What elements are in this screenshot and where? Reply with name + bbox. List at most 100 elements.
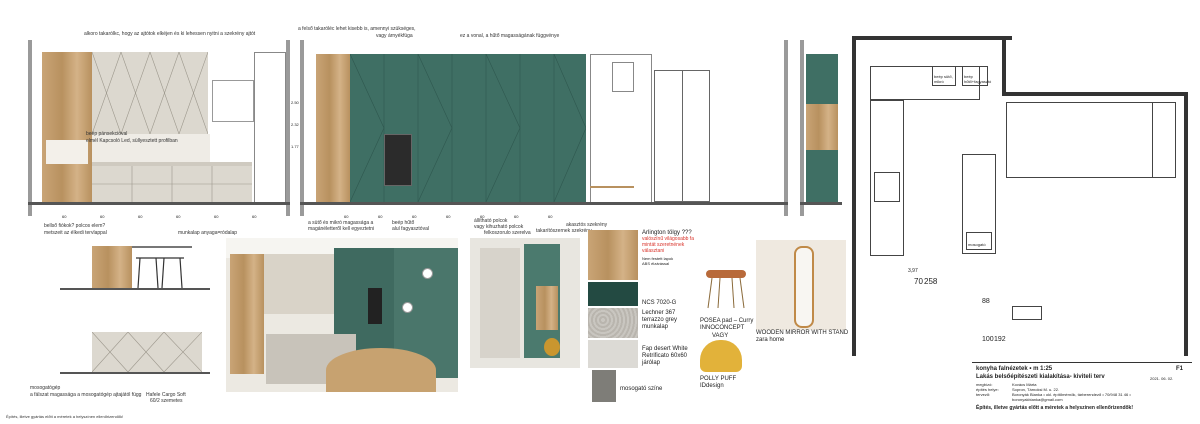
floor-line-mid	[300, 202, 788, 205]
tb-sheet: F1	[1176, 366, 1184, 372]
dim-h-3: 1.77	[291, 144, 299, 149]
dim-mid-6: 60	[514, 214, 519, 219]
footer-note: Építés, illetve gyártás előtt a méretek …	[6, 414, 124, 419]
elevation-side	[800, 40, 842, 216]
sink-color-label: mosogató színe	[620, 386, 663, 392]
side-wood	[806, 104, 838, 150]
dim-mid-7: 60	[548, 214, 553, 219]
swatch-sink	[592, 370, 616, 402]
tb-title: konyha falnézetek • m 1:25	[976, 366, 1053, 372]
floor-line	[28, 202, 290, 205]
upper-cabinets	[92, 52, 208, 134]
dim-left-5: 60	[214, 214, 219, 219]
dim-left-3: 60	[138, 214, 143, 219]
oak-tall-cabinet	[42, 52, 92, 202]
dim-h-2: 2.32	[291, 122, 299, 127]
tb-warning: Építés, illetve gyártás előtt a méretek …	[976, 405, 1134, 411]
tb-tervezo-label: tervező:	[976, 392, 991, 397]
note-bottom-mid-4: alul fagyasztóval	[392, 226, 429, 232]
open-niche	[46, 140, 88, 164]
render-kitchen-main	[226, 238, 458, 392]
height-dims: 2.50 2.32 1.77	[291, 100, 301, 160]
plan-dim-70: 70	[914, 277, 923, 286]
ncs-label: NCS 7020-G	[642, 300, 677, 306]
posea-bench	[700, 262, 750, 312]
oak-sub-2: ABS élzárással	[642, 261, 670, 266]
posea-2: INNOCONCEPT	[700, 325, 745, 331]
plan-door-bottom	[1012, 306, 1042, 320]
title-block: konyha falnézetek • m 1:25 F1 Lakás bels…	[972, 362, 1192, 419]
swatch-tile	[588, 340, 638, 368]
wall-frame	[612, 62, 634, 92]
oak-shelf-column	[316, 54, 350, 202]
note-mosogatogep-1: mosogatógép	[30, 385, 61, 391]
floor-plan: beép sütő, mikró beép hűtő+fagyasztó mos…	[852, 36, 1192, 356]
note-top-mid-1: a felső takaróléc lehet kisebb is, amenn…	[298, 26, 416, 32]
dim-left-6: 60	[252, 214, 257, 219]
dim-h-1: 2.50	[291, 100, 299, 105]
plan-label-sink: mosogató	[968, 242, 986, 247]
bench-elevation	[590, 186, 634, 188]
oak-red-3: választani	[642, 248, 665, 254]
vagy: VAGY	[712, 333, 729, 339]
note-left-2: elmél Kapcsoló Led, süllyesztett profilb…	[86, 138, 178, 144]
plan-dim-88: 88	[982, 298, 990, 305]
door-frame	[254, 52, 286, 204]
note-bottom-mid-7: felkoszorulo szerelva	[484, 230, 531, 236]
note-bottom-left-2: metszeit az élkedi tervlappal	[44, 230, 107, 236]
fap-2: Retrificato 60x60	[642, 353, 688, 359]
plan-hob	[874, 172, 900, 202]
wall-left	[28, 40, 32, 216]
plan-dim-192: 192	[994, 336, 1006, 343]
note-mosogatogep-2: a fálszat magassága a mosogatógép ajtajá…	[30, 392, 142, 398]
mirror-1: WOODEN MIRROR WITH STAND	[756, 330, 849, 336]
dim-left-1: 60	[62, 214, 67, 219]
polly-2: IDdesign	[700, 383, 724, 389]
island-elevation-2	[60, 330, 210, 380]
elevation-left	[28, 40, 290, 216]
polly-pouf	[700, 340, 742, 372]
plan-label-oven: beép sütő, mikró	[934, 74, 953, 84]
swatch-terrazzo	[588, 308, 638, 338]
plan-dim-misc: 3,97	[908, 268, 918, 274]
dim-mid-4: 60	[446, 214, 451, 219]
note-bottom-left-1: bellső fiókok? polcos elem?	[44, 223, 106, 229]
note-hafele-2: 60/2 szemetes	[150, 398, 183, 404]
note-bottom-mid-9: akasztós szekrény	[566, 222, 608, 228]
plan-label-fridge: beép hűtő+fagyasztó	[964, 74, 992, 84]
fap-3: járólap	[642, 360, 661, 366]
plan-sink	[966, 232, 992, 250]
note-top-mid-3: ez a vonal, a hűtő magasságának függvény…	[460, 33, 560, 39]
tb-project: Lakás belsőépítészeti kialakítása- kivit…	[976, 374, 1105, 380]
note-top-mid-2: vagy árnyékfúga	[376, 33, 413, 39]
note-bottom-mid-8: takarítószernek szekrény	[536, 228, 592, 234]
island-elevation-1	[60, 238, 210, 298]
tb-date: 2021. 06. 02.	[1150, 376, 1174, 381]
polly-1: POLLY PUFF	[700, 376, 737, 382]
lechner-1: Lechner 367	[642, 310, 676, 316]
double-door	[654, 70, 710, 202]
mirror-panel	[756, 240, 846, 330]
side-green	[806, 54, 838, 104]
note-top-left: alkoro takarólkc, hogy az ajtótok elkéje…	[84, 31, 256, 37]
note-bottom-mid-2: magánéletteről kell egyeztetni	[308, 226, 375, 232]
plan-dim-258: 258	[924, 277, 938, 286]
plan-dim-100: 100	[982, 336, 994, 343]
wall-right	[286, 40, 290, 216]
side-green-lower	[806, 150, 838, 202]
oven-stack	[384, 134, 412, 186]
lechner-2: terrazzo grey	[642, 317, 678, 323]
note-munkalap: munkalap anyaga=ródalap	[178, 230, 238, 236]
wall-artwork	[212, 80, 254, 122]
dim-mid-3: 60	[412, 214, 417, 219]
base-cabinets	[92, 166, 252, 202]
note-left-1: beép pánsekcióval	[86, 131, 128, 137]
dims-mid: 60 60 60 60 60 60 60	[340, 214, 590, 222]
swatch-ncs	[588, 282, 638, 306]
dims-left: 60 60 60 60 60 60	[44, 214, 274, 222]
posea-1: POSEA pad – Curry	[700, 318, 754, 324]
fap-1: Fap desert White	[642, 346, 688, 352]
dim-left-4: 60	[176, 214, 181, 219]
lechner-3: munkalap	[642, 324, 669, 330]
plan-right-cab	[1152, 102, 1176, 178]
